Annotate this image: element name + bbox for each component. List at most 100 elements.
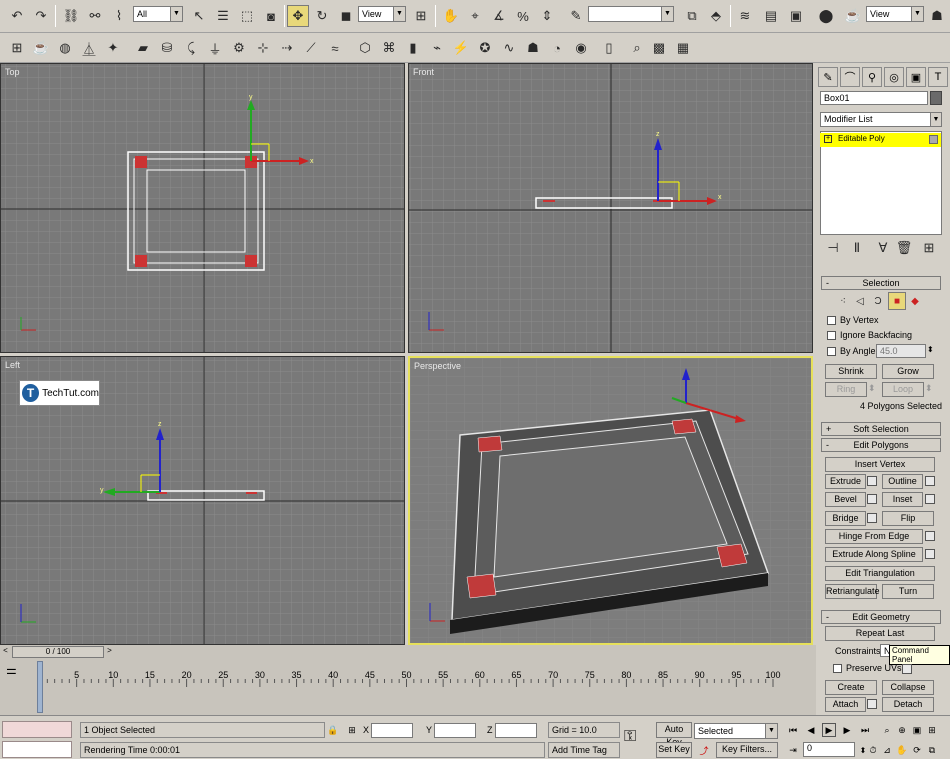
select-and-link-icon[interactable]: ⛓ — [60, 5, 82, 27]
vertex-mode-icon[interactable]: ⁖ — [834, 292, 852, 310]
plane-icon[interactable]: ▰ — [132, 37, 154, 59]
selection-filter-dropdown[interactable]: All ▼ — [133, 6, 183, 22]
extrude-settings-icon[interactable] — [867, 476, 877, 486]
object-name-field[interactable]: Box01 — [820, 91, 928, 105]
soft-selection-rollout-header[interactable]: + Soft Selection — [821, 422, 941, 436]
create-box-icon[interactable]: ⊞ — [6, 37, 28, 59]
extrude-along-spline-button[interactable]: Extrude Along Spline — [825, 547, 923, 562]
lightbulb-icon[interactable] — [929, 135, 938, 144]
mirror-icon[interactable]: ⧉ — [681, 5, 703, 27]
create-button[interactable]: Create — [825, 680, 877, 695]
lattice-modifier-icon[interactable]: ⬡ — [354, 37, 376, 59]
rectangular-selection-icon[interactable]: ⬚ — [236, 5, 258, 27]
perspective-viewport[interactable]: Perspective — [408, 356, 813, 645]
key-mode-toggle-icon[interactable]: ⇥ — [786, 743, 800, 757]
make-unique-icon[interactable]: ∀ — [872, 237, 894, 259]
configure-modifier-sets-icon[interactable]: ⊞ — [918, 237, 940, 259]
x-coordinate-field[interactable] — [371, 723, 413, 738]
bridge-button[interactable]: Bridge — [825, 511, 866, 526]
cone-icon[interactable]: ⏅ — [78, 37, 100, 59]
time-slider-thumb[interactable]: 0 / 100 — [12, 646, 104, 658]
maximize-viewport-icon[interactable]: ⧉ — [925, 743, 939, 757]
outline-button[interactable]: Outline — [882, 474, 923, 489]
zoom-extents-icon[interactable]: ▣ — [910, 723, 924, 737]
bend-modifier-icon[interactable]: ⤹ — [180, 37, 202, 59]
next-frame-icon[interactable]: ▶ — [840, 723, 854, 737]
material-icon[interactable]: ◉ — [570, 37, 592, 59]
front-viewport-label[interactable]: Front — [413, 67, 434, 77]
field-of-view-icon[interactable]: ⊿ — [880, 743, 894, 757]
ring-button[interactable]: Ring — [825, 382, 867, 397]
unlink-icon[interactable]: ⚯ — [84, 5, 106, 27]
shell-modifier-icon[interactable]: ☗ — [522, 37, 544, 59]
noise-modifier-icon[interactable]: ⊹ — [252, 37, 274, 59]
display-tab-icon[interactable]: ▣ — [906, 67, 926, 87]
bind-space-warp-icon[interactable]: ⌇ — [108, 5, 130, 27]
show-end-result-icon[interactable]: Ⅱ — [846, 237, 868, 259]
perspective-viewport-label[interactable]: Perspective — [414, 361, 461, 371]
retriangulate-button[interactable]: Retriangulate — [825, 584, 880, 599]
edit-polygons-rollout-header[interactable]: - Edit Polygons — [821, 438, 941, 452]
edit-geometry-rollout-header[interactable]: - Edit Geometry — [821, 610, 941, 624]
extrude-button[interactable]: Extrude — [825, 474, 866, 489]
auto-key-button[interactable]: Auto Key — [656, 722, 692, 747]
add-time-tag-field[interactable]: Add Time Tag — [548, 742, 620, 758]
z-coordinate-field[interactable] — [495, 723, 537, 738]
smooth-modifier-icon[interactable]: ◔ — [546, 37, 568, 59]
detach-button[interactable]: Detach — [882, 697, 934, 712]
bridge-settings-icon[interactable] — [867, 513, 877, 523]
inset-settings-icon[interactable] — [925, 494, 935, 504]
current-frame-indicator[interactable] — [37, 661, 43, 713]
shrink-button[interactable]: Shrink — [825, 364, 877, 379]
go-to-end-icon[interactable]: ⏭ — [858, 723, 872, 737]
percent-snap-icon[interactable]: % — [512, 5, 534, 27]
front-viewport[interactable]: x z Front — [408, 63, 813, 353]
select-object-icon[interactable]: ↖ — [188, 5, 210, 27]
left-viewport-label[interactable]: Left — [5, 360, 20, 370]
selection-rollout-header[interactable]: - Selection — [821, 276, 941, 290]
time-configuration-icon[interactable]: ⏱ — [866, 743, 880, 757]
spherify-modifier-icon[interactable]: ✪ — [474, 37, 496, 59]
utilities-tab-icon[interactable]: T — [928, 67, 948, 87]
star-icon[interactable]: ✦ — [102, 37, 124, 59]
bevel-button[interactable]: Bevel — [825, 492, 866, 507]
y-coordinate-field[interactable] — [434, 723, 476, 738]
render-view-dropdown[interactable]: View ▼ — [866, 6, 924, 22]
by-angle-checkbox[interactable]: By Angle: — [827, 346, 878, 356]
ripple-modifier-icon[interactable]: ∿ — [498, 37, 520, 59]
absolute-mode-icon[interactable]: ⊞ — [345, 723, 359, 737]
material-editor-icon[interactable]: ⬤ — [815, 5, 837, 27]
preserve-uvs-checkbox[interactable]: Preserve UVs — [833, 663, 902, 673]
ignore-backfacing-checkbox[interactable]: Ignore Backfacing — [827, 330, 912, 340]
cylinder-icon[interactable]: ⛁ — [156, 37, 178, 59]
quick-render-icon[interactable]: ☗ — [926, 5, 948, 27]
border-mode-icon[interactable]: Ɔ — [869, 292, 887, 310]
create-tab-icon[interactable]: ✎ — [818, 67, 838, 87]
hierarchy-tab-icon[interactable]: ⚲ — [862, 67, 882, 87]
insert-vertex-button[interactable]: Insert Vertex — [825, 457, 935, 472]
loop-button[interactable]: Loop — [882, 382, 924, 397]
spinner-snap-icon[interactable]: ⇕ — [536, 5, 558, 27]
melt-modifier-icon[interactable]: ⌁ — [426, 37, 448, 59]
arc-rotate-icon[interactable]: ⟳ — [910, 743, 924, 757]
snaps-toggle-icon[interactable]: ⌖ — [464, 5, 486, 27]
maxscript-listener-white[interactable] — [2, 741, 72, 758]
taper-modifier-icon[interactable]: ⏚ — [204, 37, 226, 59]
expand-icon[interactable]: + — [824, 135, 832, 143]
extrude-along-spline-settings-icon[interactable] — [925, 549, 935, 559]
schematic-view-icon[interactable]: ▣ — [785, 5, 807, 27]
skew-modifier-icon[interactable]: ⟋ — [300, 37, 322, 59]
pan-icon[interactable]: ✋ — [895, 743, 909, 757]
inset-button[interactable]: Inset — [882, 492, 923, 507]
maxscript-listener-pink[interactable] — [2, 721, 72, 738]
current-frame-field[interactable]: 0 — [803, 742, 855, 757]
preserve-uvs-settings-icon[interactable] — [902, 664, 912, 674]
set-key-mode-icon[interactable]: ⚿ — [624, 728, 636, 746]
zoom-viewport-icon[interactable]: ⌕ — [880, 723, 894, 737]
track-bar[interactable]: ⚌ 05101520253035404550556065707580859095… — [0, 659, 816, 715]
ffd-modifier-icon[interactable]: ⌘ — [378, 37, 400, 59]
spinner-arrows-icon[interactable]: ⬍ — [927, 345, 934, 354]
collapse-button[interactable]: Collapse — [882, 680, 934, 695]
go-to-start-icon[interactable]: ⏮ — [786, 723, 800, 737]
object-color-swatch[interactable] — [930, 91, 942, 105]
